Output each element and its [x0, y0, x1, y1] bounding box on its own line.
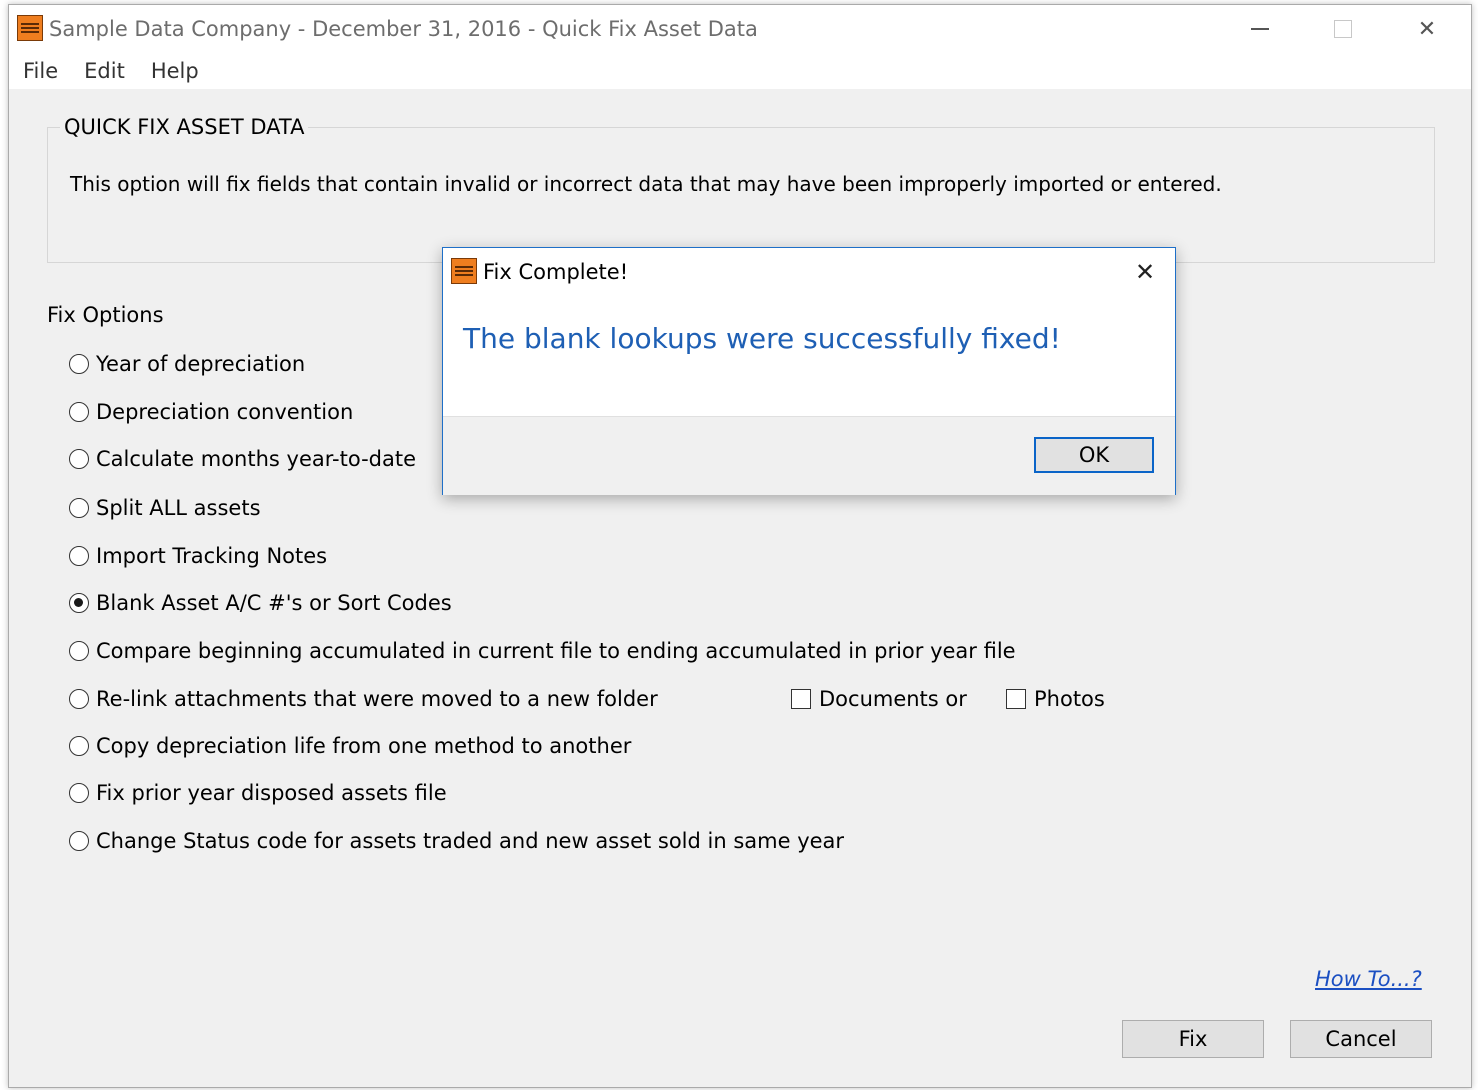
groupbox-legend: QUICK FIX ASSET DATA [60, 115, 309, 139]
radio-button[interactable] [69, 736, 89, 756]
menu-file[interactable]: File [23, 59, 58, 83]
option-label: Change Status code for assets traded and… [96, 829, 845, 853]
radio-button[interactable] [69, 546, 89, 566]
option-label: Blank Asset A/C #'s or Sort Codes [96, 591, 452, 615]
radio-button[interactable] [69, 641, 89, 661]
option-depreciation-convention[interactable]: Depreciation convention [69, 397, 353, 427]
menu-edit[interactable]: Edit [84, 59, 125, 83]
maximize-icon [1334, 20, 1352, 38]
checkbox-label: Documents or [819, 687, 967, 711]
fix-button[interactable]: Fix [1122, 1020, 1264, 1058]
option-label: Calculate months year-to-date [96, 447, 417, 471]
dialog-close-button[interactable]: ✕ [1123, 252, 1167, 292]
dialog-title: Fix Complete! [483, 260, 629, 284]
option-label: Depreciation convention [96, 400, 354, 424]
option-label: Import Tracking Notes [96, 544, 328, 568]
option-label: Split ALL assets [96, 496, 261, 520]
option-year-of-depreciation[interactable]: Year of depreciation [69, 349, 305, 379]
radio-button[interactable] [69, 354, 89, 374]
minimize-icon [1251, 28, 1269, 30]
title-bar[interactable]: Sample Data Company - December 31, 2016 … [9, 5, 1471, 53]
close-icon: ✕ [1417, 16, 1437, 42]
option-fix-prior-year-disposed[interactable]: Fix prior year disposed assets file [69, 778, 447, 808]
photos-checkbox-option[interactable]: Photos [1006, 684, 1105, 714]
option-compare-accumulated[interactable]: Compare beginning accumulated in current… [69, 636, 1016, 666]
groupbox-description: This option will fix fields that contain… [70, 172, 1222, 196]
close-icon: ✕ [1134, 258, 1156, 286]
option-label: Re-link attachments that were moved to a… [96, 687, 658, 711]
radio-button[interactable] [69, 449, 89, 469]
app-icon [17, 15, 43, 41]
minimize-button[interactable] [1220, 5, 1300, 53]
option-label: Fix prior year disposed assets file [96, 781, 447, 805]
menu-help[interactable]: Help [151, 59, 199, 83]
maximize-button[interactable] [1303, 5, 1383, 53]
radio-button[interactable] [69, 831, 89, 851]
option-blank-asset-codes[interactable]: Blank Asset A/C #'s or Sort Codes [69, 588, 452, 618]
option-split-all-assets[interactable]: Split ALL assets [69, 493, 261, 523]
quick-fix-groupbox: QUICK FIX ASSET DATA This option will fi… [47, 115, 1435, 263]
radio-button[interactable] [69, 402, 89, 422]
dialog-message: The blank lookups were successfully fixe… [463, 322, 1061, 355]
option-label: Compare beginning accumulated in current… [96, 639, 1016, 663]
option-change-status-code[interactable]: Change Status code for assets traded and… [69, 826, 844, 856]
radio-button[interactable] [69, 689, 89, 709]
option-relink-attachments[interactable]: Re-link attachments that were moved to a… [69, 684, 658, 714]
menu-bar: File Edit Help [9, 53, 1471, 89]
window-title: Sample Data Company - December 31, 2016 … [49, 17, 758, 41]
option-label: Copy depreciation life from one method t… [96, 734, 632, 758]
fix-options-label: Fix Options [47, 303, 164, 327]
documents-checkbox[interactable] [791, 689, 811, 709]
radio-button[interactable] [69, 783, 89, 803]
how-to-link[interactable]: How To...? [1315, 967, 1422, 991]
app-icon [451, 258, 477, 284]
fix-complete-dialog: Fix Complete! ✕ The blank lookups were s… [442, 247, 1176, 495]
close-button[interactable]: ✕ [1387, 5, 1467, 53]
main-window: Sample Data Company - December 31, 2016 … [8, 4, 1472, 1088]
option-import-tracking-notes[interactable]: Import Tracking Notes [69, 541, 327, 571]
cancel-button[interactable]: Cancel [1290, 1020, 1432, 1058]
option-label: Year of depreciation [96, 352, 306, 376]
radio-button-selected[interactable] [69, 593, 89, 613]
radio-button[interactable] [69, 498, 89, 518]
documents-checkbox-option[interactable]: Documents or [791, 684, 967, 714]
option-copy-depreciation-life[interactable]: Copy depreciation life from one method t… [69, 731, 631, 761]
checkbox-label: Photos [1034, 687, 1105, 711]
photos-checkbox[interactable] [1006, 689, 1026, 709]
ok-button[interactable]: OK [1034, 437, 1154, 473]
option-calculate-months[interactable]: Calculate months year-to-date [69, 444, 416, 474]
dialog-footer: OK [443, 416, 1175, 495]
